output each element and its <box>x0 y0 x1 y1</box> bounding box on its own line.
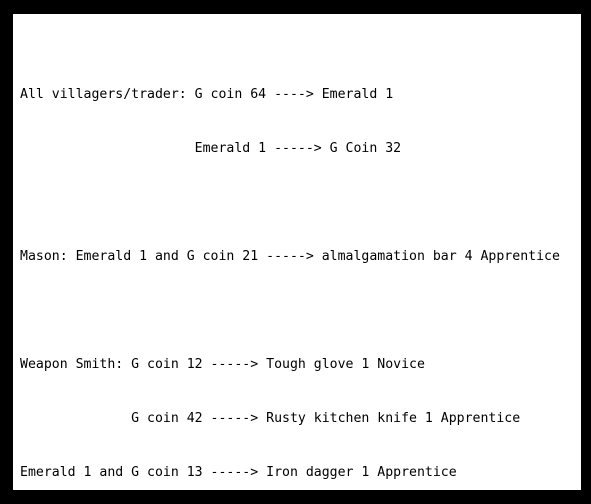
text-line: Mason: Emerald 1 and G coin 21 -----> al… <box>20 249 560 264</box>
screen-root: All villagers/trader: G coin 64 ----> Em… <box>0 0 591 504</box>
text-line: All villagers/trader: G coin 64 ----> Em… <box>20 87 394 102</box>
text-line: Emerald 1 and G coin 13 -----> Iron dagg… <box>20 465 457 480</box>
text-line: G coin 42 -----> Rusty kitchen knife 1 A… <box>20 411 521 426</box>
trade-list-text: All villagers/trader: G coin 64 ----> Em… <box>20 32 581 490</box>
text-page: All villagers/trader: G coin 64 ----> Em… <box>13 14 581 490</box>
text-line: Emerald 1 -----> G Coin 32 <box>20 141 402 156</box>
text-line: Weapon Smith: G coin 12 -----> Tough glo… <box>20 357 425 372</box>
